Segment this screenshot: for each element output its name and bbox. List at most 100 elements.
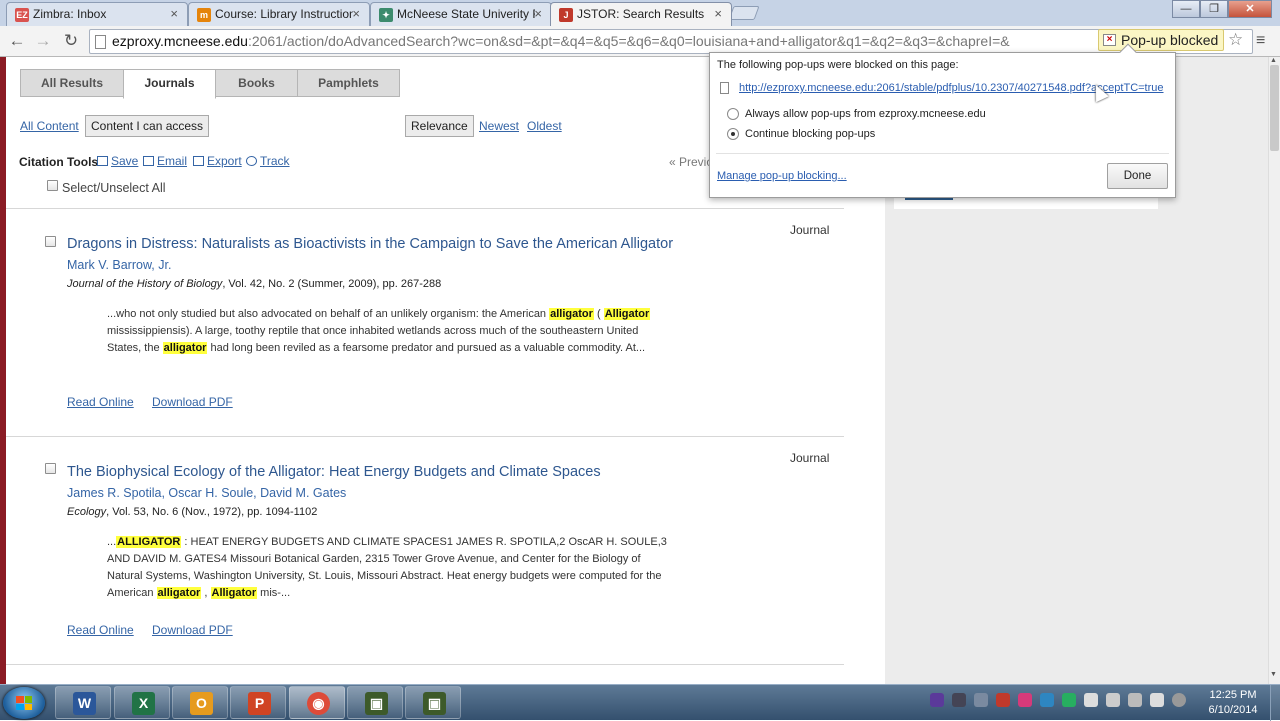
read-online-link[interactable]: Read Online — [67, 395, 134, 409]
tab-close-icon[interactable]: × — [352, 6, 360, 21]
sort-newest-link[interactable]: Newest — [479, 119, 519, 133]
tab-zimbra[interactable]: EZ Zimbra: Inbox × — [6, 2, 188, 26]
scroll-up-icon[interactable]: ▲ — [1270, 57, 1277, 64]
bookmark-star-icon[interactable]: ☆ — [1228, 30, 1243, 50]
tray-display-icon[interactable] — [1150, 693, 1164, 707]
tray-check-icon[interactable] — [1062, 693, 1076, 707]
divider — [6, 208, 844, 209]
download-pdf-link[interactable]: Download PDF — [152, 623, 233, 637]
content-access-button[interactable]: Content I can access — [85, 115, 210, 137]
tab-books[interactable]: Books — [215, 69, 298, 97]
tab-strip: EZ Zimbra: Inbox × m Course: Library Ins… — [0, 0, 1280, 26]
read-online-link[interactable]: Read Online — [67, 623, 134, 637]
journal-name: Journal of the History of Biology — [67, 278, 223, 290]
moodle-icon: m — [197, 8, 211, 22]
zimbra-icon: EZ — [15, 8, 29, 22]
save-label: Save — [111, 154, 139, 168]
tray-security-icon[interactable] — [1018, 693, 1032, 707]
start-button[interactable] — [3, 687, 45, 719]
scrollbar[interactable] — [1268, 57, 1280, 684]
email-button[interactable]: Email — [143, 154, 187, 168]
download-pdf-link[interactable]: Download PDF — [152, 395, 233, 409]
sort-oldest-link[interactable]: Oldest — [527, 119, 562, 133]
excel-app[interactable]: X — [114, 686, 170, 719]
scrollbar-thumb[interactable] — [1270, 65, 1279, 151]
save-icon — [97, 156, 108, 166]
result-authors[interactable]: James R. Spotila, Oscar H. Soule, David … — [67, 486, 346, 500]
show-desktop-button[interactable] — [1270, 685, 1280, 721]
taskbar-clock[interactable]: 12:25 PM 6/10/2014 — [1200, 688, 1266, 718]
powerpoint-app[interactable]: P — [230, 686, 286, 719]
done-button[interactable]: Done — [1107, 163, 1168, 189]
result-title[interactable]: Dragons in Distress: Naturalists as Bioa… — [67, 236, 673, 252]
export-label: Export — [207, 154, 242, 168]
result-checkbox[interactable] — [45, 463, 56, 474]
pager-previous[interactable]: « Previo — [669, 155, 713, 169]
tray-network-icon[interactable] — [974, 693, 988, 707]
new-tab-button[interactable] — [728, 6, 760, 20]
manage-popup-link[interactable]: Manage pop-up blocking... — [717, 170, 847, 182]
tray-app-icon[interactable] — [996, 693, 1010, 707]
mcneese-icon: ✦ — [379, 8, 393, 22]
tray-tool-icon[interactable] — [952, 693, 966, 707]
camtasia-app[interactable]: ▣ — [347, 686, 403, 719]
browser-chrome: EZ Zimbra: Inbox × m Course: Library Ins… — [0, 0, 1280, 57]
tab-close-icon[interactable]: × — [714, 6, 722, 21]
result-title[interactable]: The Biophysical Ecology of the Alligator… — [67, 464, 601, 480]
tab-all-results[interactable]: All Results — [20, 69, 124, 97]
forward-icon[interactable]: → — [32, 31, 54, 51]
tray-bluetooth-icon[interactable] — [930, 693, 944, 707]
reload-icon[interactable]: ↻ — [60, 31, 82, 51]
select-all-checkbox[interactable] — [47, 180, 58, 191]
back-icon[interactable]: ← — [6, 31, 28, 51]
bubble-heading: The following pop-ups were blocked on th… — [717, 59, 959, 71]
allow-popups-radio[interactable] — [727, 108, 739, 120]
tab-close-icon[interactable]: × — [534, 6, 542, 21]
tab-journals[interactable]: Journals — [123, 69, 216, 99]
restore-icon[interactable]: ❐ — [1200, 0, 1228, 18]
result-authors[interactable]: Mark V. Barrow, Jr. — [67, 258, 171, 272]
track-icon — [246, 156, 257, 166]
track-label: Track — [260, 154, 290, 168]
tab-course[interactable]: m Course: Library Instruction × — [188, 2, 370, 26]
tab-close-icon[interactable]: × — [170, 6, 178, 21]
all-content-link[interactable]: All Content — [20, 119, 79, 133]
close-window-icon[interactable]: ✕ — [1228, 0, 1272, 18]
result-checkbox[interactable] — [45, 236, 56, 247]
tray-device-icon[interactable] — [1084, 693, 1098, 707]
result-snippet: ...who not only studied but also advocat… — [107, 308, 651, 354]
email-icon — [143, 156, 154, 166]
page-icon — [95, 35, 106, 49]
minimize-icon[interactable]: — — [1172, 0, 1200, 18]
block-popups-label: Continue blocking pop-ups — [745, 128, 876, 140]
word-app[interactable]: W — [55, 686, 111, 719]
save-button[interactable]: Save — [97, 154, 138, 168]
allow-popups-label: Always allow pop-ups from ezproxy.mcnees… — [745, 108, 986, 120]
sort-relevance-button[interactable]: Relevance — [405, 115, 474, 137]
tab-title: JSTOR: Search Results — [577, 7, 705, 21]
address-bar[interactable]: ezproxy.mcneese.edu:2061/action/doAdvanc… — [89, 29, 1253, 54]
tray-power-icon[interactable] — [1128, 693, 1142, 707]
result-citation: Ecology, Vol. 53, No. 6 (Nov., 1972), pp… — [67, 506, 317, 518]
tab-mcneese[interactable]: ✦ McNeese State Univerity F × — [370, 2, 552, 26]
scroll-down-icon[interactable]: ▼ — [1270, 671, 1277, 678]
popup-blocked-icon: × — [1103, 34, 1116, 46]
recorder-app[interactable]: ▣ — [405, 686, 461, 719]
block-popups-radio[interactable] — [727, 128, 739, 140]
export-icon — [193, 156, 204, 166]
tray-sync-icon[interactable] — [1040, 693, 1054, 707]
chrome-app[interactable]: ◉ — [289, 686, 345, 719]
tray-clock-icon[interactable] — [1172, 693, 1186, 707]
menu-icon[interactable]: ≡ — [1256, 32, 1265, 50]
tab-pamphlets[interactable]: Pamphlets — [297, 69, 400, 97]
citation-tools-label: Citation Tools — [19, 155, 99, 169]
tray-volume-icon[interactable] — [1106, 693, 1120, 707]
track-button[interactable]: Track — [246, 154, 290, 168]
url-host: ezproxy.mcneese.edu — [112, 33, 248, 49]
tab-title: McNeese State Univerity F — [397, 7, 535, 21]
popup-blocked-indicator[interactable]: × Pop-up blocked — [1098, 29, 1224, 51]
result-type: Journal — [790, 451, 830, 465]
tab-jstor[interactable]: J JSTOR: Search Results × — [550, 2, 732, 26]
outlook-app[interactable]: O — [172, 686, 228, 719]
export-button[interactable]: Export — [193, 154, 242, 168]
